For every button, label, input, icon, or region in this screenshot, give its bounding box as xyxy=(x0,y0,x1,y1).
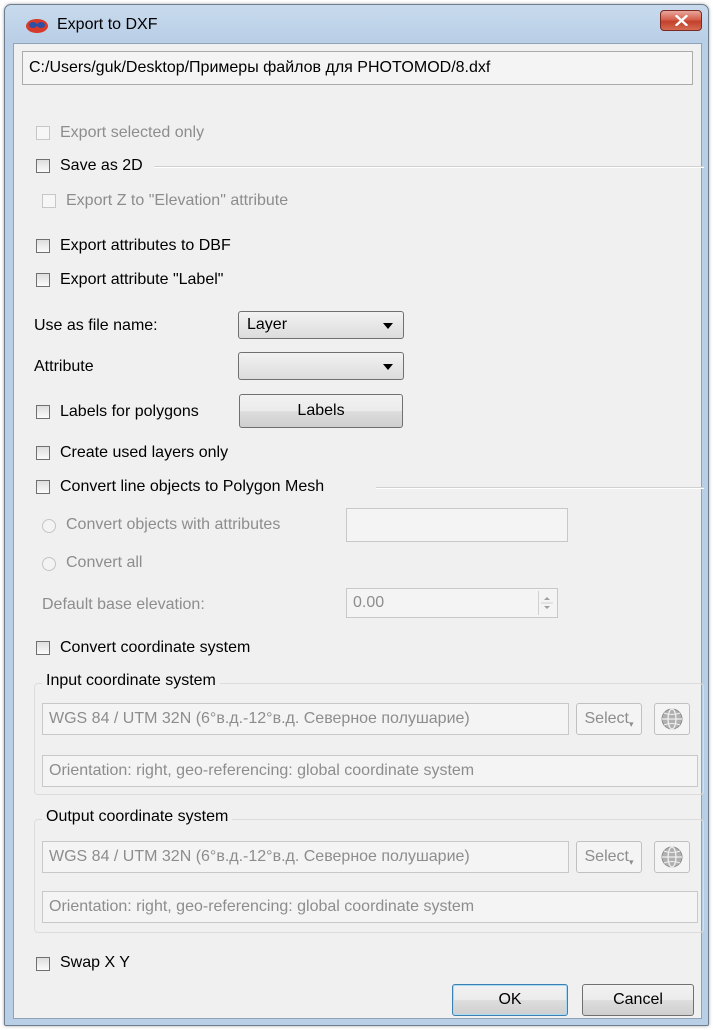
use-as-file-name-value: Layer xyxy=(247,316,288,333)
output-cs-globe-button[interactable] xyxy=(654,841,690,873)
chevron-down-icon xyxy=(383,364,393,370)
export-attribute-label-label: Export attribute "Label" xyxy=(60,271,224,288)
output-cs-select-button[interactable]: Select▾ xyxy=(576,841,642,873)
save-as-2d-label: Save as 2D xyxy=(60,157,143,174)
labels-for-polygons-label: Labels for polygons xyxy=(60,403,199,420)
input-cs-orientation-field[interactable]: Orientation: right, geo-referencing: glo… xyxy=(42,755,698,787)
export-selected-only-label: Export selected only xyxy=(60,124,205,141)
attribute-dropdown[interactable] xyxy=(238,352,404,380)
spin-arrows-icon xyxy=(541,597,553,609)
output-cs-field[interactable]: WGS 84 / UTM 32N (6°в.д.-12°в.д. Северно… xyxy=(42,841,569,873)
divider xyxy=(154,166,704,168)
export-selected-only-checkbox[interactable] xyxy=(36,126,50,140)
convert-line-objects-label: Convert line objects to Polygon Mesh xyxy=(60,478,325,495)
dialog-body: C:/Users/guk/Desktop/Примеры файлов для … xyxy=(13,43,704,1019)
export-attributes-dbf-label: Export attributes to DBF xyxy=(60,237,231,254)
close-button[interactable] xyxy=(660,10,702,31)
chevron-down-icon xyxy=(383,323,393,329)
convert-coordinate-system-checkbox[interactable] xyxy=(36,641,50,655)
attribute-label: Attribute xyxy=(34,358,94,375)
title-bar[interactable]: Export to DXF xyxy=(5,5,708,43)
select-button-label: Select xyxy=(584,710,629,727)
close-icon xyxy=(675,15,688,26)
globe-icon xyxy=(661,846,683,868)
convert-objects-attributes-field[interactable] xyxy=(346,508,568,542)
export-z-elevation-checkbox[interactable] xyxy=(42,194,56,208)
default-base-elevation-label: Default base elevation: xyxy=(42,596,205,613)
input-cs-select-button[interactable]: Select▾ xyxy=(576,703,642,735)
use-as-file-name-label: Use as file name: xyxy=(34,317,158,334)
input-cs-field[interactable]: WGS 84 / UTM 32N (6°в.д.-12°в.д. Северно… xyxy=(42,703,569,735)
file-path-field[interactable]: C:/Users/guk/Desktop/Примеры файлов для … xyxy=(22,51,693,85)
convert-coordinate-system-label: Convert coordinate system xyxy=(60,639,251,656)
spin-buttons[interactable] xyxy=(538,591,555,615)
globe-icon xyxy=(661,708,683,730)
labels-button[interactable]: Labels xyxy=(239,394,403,428)
use-as-file-name-dropdown[interactable]: Layer xyxy=(238,311,404,339)
convert-objects-with-attributes-label: Convert objects with attributes xyxy=(66,516,281,533)
swap-xy-checkbox[interactable] xyxy=(36,957,50,971)
input-coordinate-system-title: Input coordinate system xyxy=(42,672,220,690)
create-used-layers-label: Create used layers only xyxy=(60,444,229,461)
dropdown-indicator-icon: ▾ xyxy=(628,857,634,867)
export-z-elevation-label: Export Z to "Elevation" attribute xyxy=(66,192,289,209)
dropdown-indicator-icon: ▾ xyxy=(628,719,634,729)
output-cs-orientation-field[interactable]: Orientation: right, geo-referencing: glo… xyxy=(42,891,698,923)
cancel-button[interactable]: Cancel xyxy=(582,984,694,1016)
labels-for-polygons-checkbox[interactable] xyxy=(36,405,50,419)
save-as-2d-checkbox[interactable] xyxy=(36,159,50,173)
export-dxf-dialog: Export to DXF C:/Users/guk/Desktop/Приме… xyxy=(4,4,709,1026)
swap-xy-label: Swap X Y xyxy=(60,954,130,971)
ok-button[interactable]: OK xyxy=(452,984,568,1016)
input-cs-globe-button[interactable] xyxy=(654,703,690,735)
create-used-layers-checkbox[interactable] xyxy=(36,446,50,460)
export-attribute-label-checkbox[interactable] xyxy=(36,273,50,287)
convert-all-radio[interactable] xyxy=(42,557,56,571)
convert-objects-with-attributes-radio[interactable] xyxy=(42,519,56,533)
export-attributes-dbf-checkbox[interactable] xyxy=(36,239,50,253)
select-button-label: Select xyxy=(584,848,629,865)
convert-line-objects-checkbox[interactable] xyxy=(36,480,50,494)
window-title: Export to DXF xyxy=(57,16,158,33)
convert-all-label: Convert all xyxy=(66,554,143,571)
divider xyxy=(376,487,704,489)
default-base-elevation-spinbox[interactable]: 0.00 xyxy=(346,588,558,618)
output-coordinate-system-title: Output coordinate system xyxy=(42,808,233,826)
default-base-elevation-value: 0.00 xyxy=(353,594,385,611)
photomod-app-icon xyxy=(26,19,48,33)
